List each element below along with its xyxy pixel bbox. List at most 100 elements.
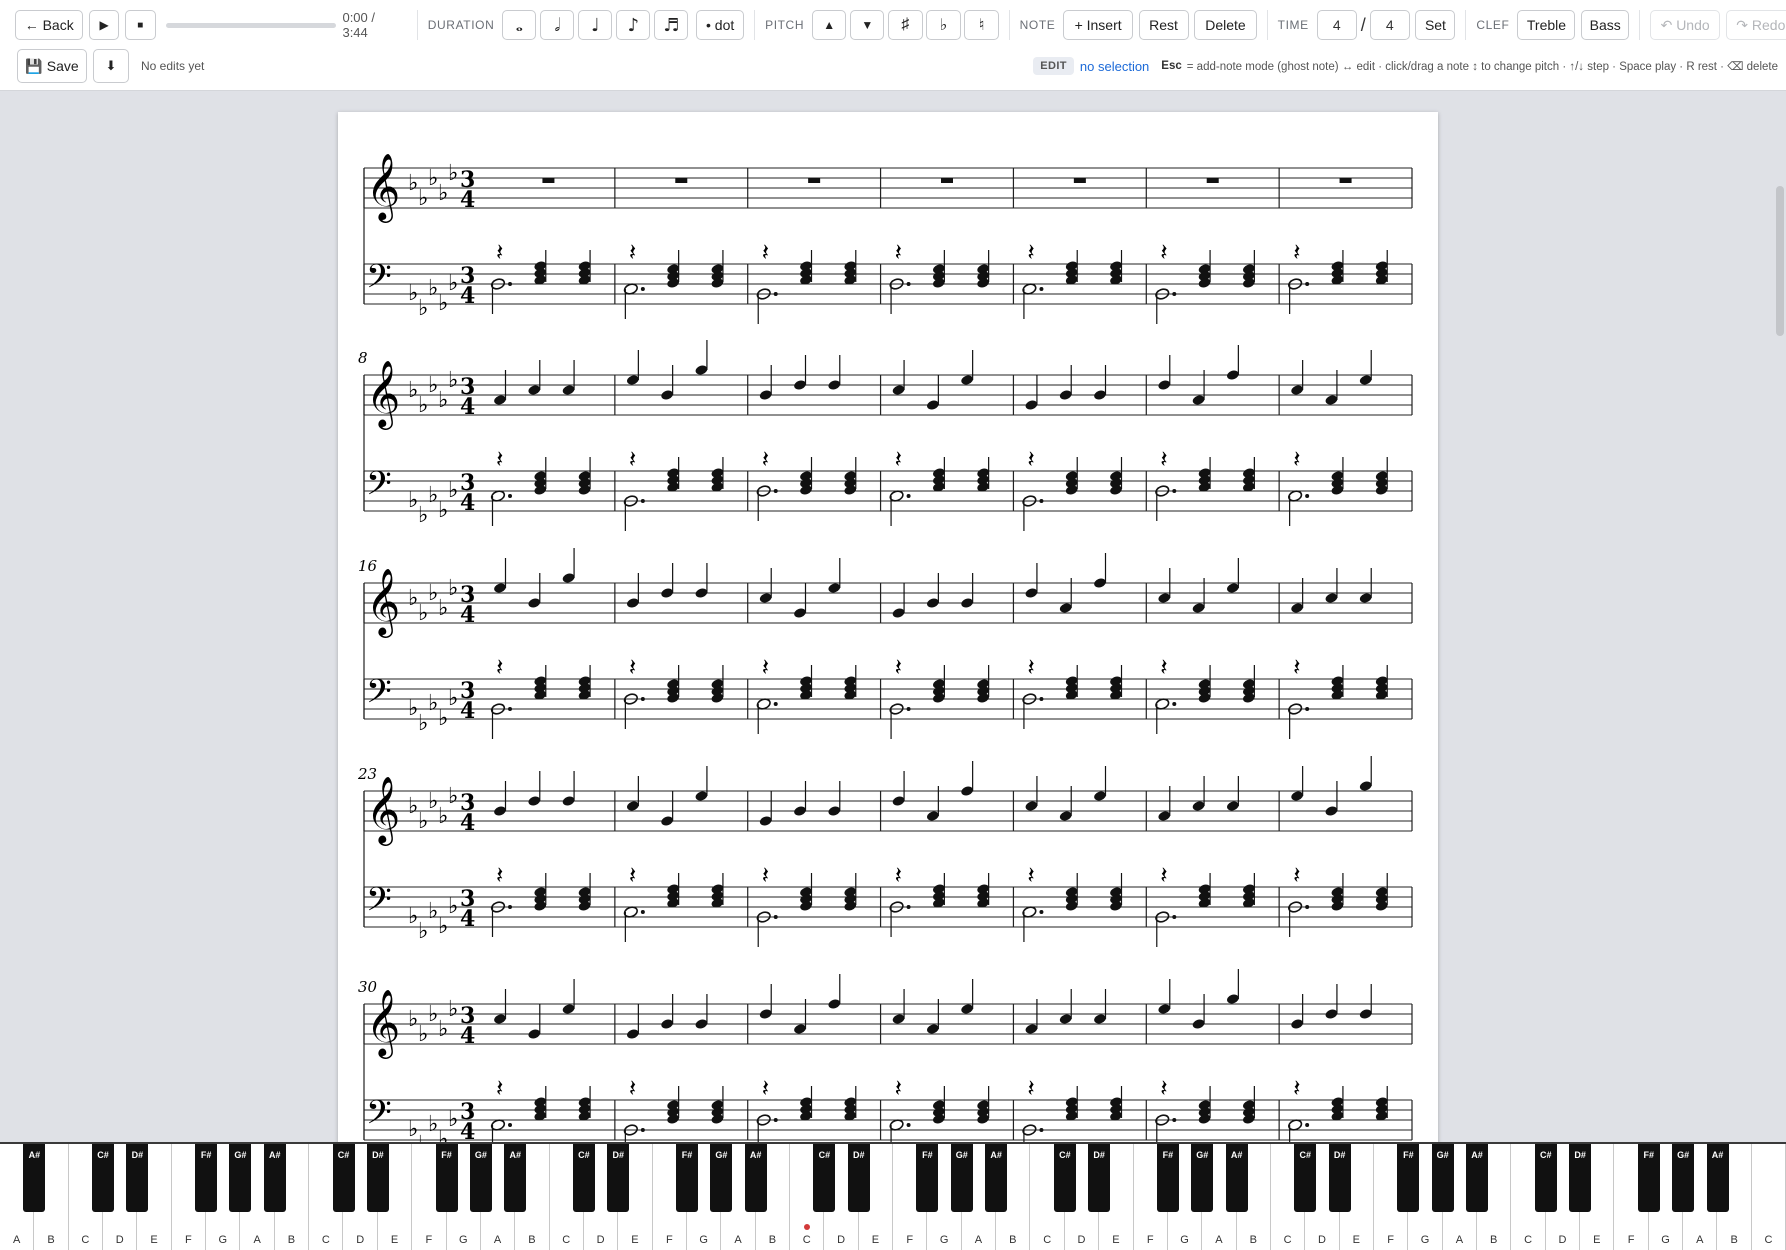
- piano-black-key[interactable]: C#: [92, 1144, 115, 1212]
- quarter-rest-icon: 𝄽: [1027, 238, 1034, 266]
- piano-black-key[interactable]: C#: [572, 1144, 595, 1212]
- dot: [508, 282, 512, 286]
- key-flat-icon: ♭: [448, 894, 458, 919]
- score-viewport[interactable]: 𝄞 𝄢 ♭ ♭ ♭ ♭ ♭ ♭ ♭ ♭ ♭ ♭ 3 4 3 4 𝄽 𝄽 𝄽 𝄽 𝄽 𝄽 𝄽 8 𝄞 𝄢 ♭ ♭ ♭ ♭ ♭ ♭ ♭ ♭ ♭ ♭ 3 4 3 4…: [0, 91, 1786, 1143]
- quarter-rest-icon: 𝄽: [762, 238, 769, 266]
- piano-black-key[interactable]: D#: [1088, 1144, 1111, 1212]
- piano-black-key[interactable]: A#: [1706, 1144, 1729, 1212]
- time-denominator-input[interactable]: 4: [1369, 10, 1410, 40]
- play-button[interactable]: ▶: [88, 10, 120, 40]
- piano-black-key[interactable]: A#: [744, 1144, 767, 1212]
- key-flat-icon: ♭: [408, 488, 418, 513]
- dot-button[interactable]: • dot: [696, 10, 745, 40]
- time-numerator-input[interactable]: 4: [1316, 10, 1357, 40]
- piano-black-key[interactable]: D#: [847, 1144, 870, 1212]
- stop-button[interactable]: ■: [125, 10, 156, 40]
- pitch-up-button[interactable]: ▲: [812, 10, 847, 40]
- piano-black-key[interactable]: G#: [229, 1144, 252, 1212]
- piano-black-key[interactable]: G#: [469, 1144, 492, 1212]
- piano-black-key[interactable]: F#: [435, 1144, 458, 1212]
- undo-button[interactable]: ↶ Undo: [1650, 10, 1721, 40]
- piano-key-label: G#: [1196, 1150, 1209, 1160]
- flat-button[interactable]: ♭: [926, 10, 961, 40]
- redo-button[interactable]: ↷ Redo: [1725, 10, 1786, 40]
- playback-seek-bar[interactable]: [165, 22, 337, 28]
- duration-button[interactable]: 𝅝: [502, 10, 537, 40]
- piano-key-label: C#: [578, 1150, 590, 1160]
- rest-button[interactable]: Rest: [1138, 10, 1189, 40]
- piano-black-key[interactable]: F#: [1156, 1144, 1179, 1212]
- piano-key-label: G: [699, 1234, 708, 1246]
- piano-key-label: F: [185, 1234, 192, 1246]
- piano-key-label: G: [1180, 1234, 1189, 1246]
- piano-black-key[interactable]: D#: [366, 1144, 389, 1212]
- piano-black-key[interactable]: F#: [676, 1144, 698, 1212]
- piano-black-key[interactable]: D#: [126, 1144, 149, 1212]
- piano-black-key[interactable]: F#: [916, 1144, 939, 1212]
- score-page[interactable]: 𝄞 𝄢 ♭ ♭ ♭ ♭ ♭ ♭ ♭ ♭ ♭ ♭ 3 4 3 4 𝄽 𝄽 𝄽 𝄽 𝄽 𝄽 𝄽 8 𝄞 𝄢 ♭ ♭ ♭ ♭ ♭ ♭ ♭ ♭ ♭ ♭ 3 4 3 4…: [338, 112, 1438, 1143]
- save-button[interactable]: 💾 Save: [17, 49, 87, 83]
- quarter-rest-icon: 𝄽: [895, 445, 902, 473]
- treble-clef-icon: 𝄞: [366, 567, 400, 638]
- piano-black-key[interactable]: F#: [195, 1144, 218, 1212]
- bass-clef-icon: 𝄢: [366, 465, 392, 511]
- piano-black-key[interactable]: A#: [985, 1144, 1008, 1212]
- piano-black-key[interactable]: A#: [1466, 1144, 1489, 1212]
- piano-black-key[interactable]: C#: [1534, 1144, 1557, 1212]
- key-flat-icon: ♭: [408, 586, 418, 611]
- piano-black-key[interactable]: D#: [1328, 1144, 1351, 1212]
- piano-black-key[interactable]: C#: [813, 1144, 836, 1212]
- bass-clef-button[interactable]: Bass: [1581, 10, 1630, 40]
- duration-button[interactable]: 𝅗𝅥: [540, 10, 575, 40]
- piano-black-key[interactable]: C#: [1053, 1144, 1076, 1212]
- score-canvas[interactable]: 𝄞𝄢♭♭♭♭♭♭♭♭♭♭3434𝄽 𝄽 𝄽 𝄽 𝄽 𝄽 𝄽8𝄞𝄢♭♭♭♭♭♭♭♭♭♭3434…: [338, 112, 1438, 1143]
- time-slash: /: [1360, 14, 1366, 35]
- duration-button[interactable]: ♬: [654, 10, 689, 40]
- piano-black-key[interactable]: G#: [1191, 1144, 1214, 1212]
- piano-black-key[interactable]: F#: [1397, 1144, 1420, 1212]
- editor-toolbar: ← Back ▶ ■ 0:00 / 3:44 DURATION 𝅝 𝅗𝅥 ♩ ♪ ♬ •…: [0, 0, 1786, 91]
- piano-black-key[interactable]: A#: [1225, 1144, 1248, 1212]
- piano-black-key[interactable]: D#: [1569, 1144, 1592, 1212]
- piano-black-key[interactable]: A#: [23, 1144, 46, 1212]
- piano-key-label: A#: [509, 1150, 521, 1160]
- piano-black-key[interactable]: A#: [504, 1144, 527, 1212]
- piano-key-label: A: [1455, 1234, 1464, 1246]
- insert-note-button[interactable]: + Insert: [1063, 10, 1133, 40]
- piano-key-label: G#: [234, 1150, 247, 1160]
- piano-black-key[interactable]: G#: [950, 1144, 973, 1212]
- toolbar-row-secondary: 💾 Save ⬇ No edits yet EDIT no selection …: [0, 46, 1786, 86]
- natural-button[interactable]: ♮: [964, 10, 999, 40]
- pitch-down-button[interactable]: ▼: [850, 10, 885, 40]
- time-signature-bottom: 4: [460, 1119, 475, 1143]
- duration-button[interactable]: ♪: [616, 10, 651, 40]
- piano-black-key[interactable]: G#: [1431, 1144, 1454, 1212]
- dot: [508, 1123, 512, 1127]
- delete-button[interactable]: Delete: [1194, 10, 1257, 40]
- piano-key-label: C#: [1299, 1150, 1312, 1160]
- piano-black-key[interactable]: D#: [607, 1144, 630, 1212]
- piano-key-label: G#: [474, 1150, 487, 1160]
- sharp-button[interactable]: ♯: [888, 10, 923, 40]
- piano-key-label: F#: [681, 1150, 693, 1160]
- vertical-scrollbar[interactable]: [1776, 186, 1784, 336]
- piano-key-label: G: [218, 1234, 228, 1246]
- piano-black-key[interactable]: F#: [1637, 1144, 1660, 1212]
- set-time-button[interactable]: Set: [1415, 10, 1456, 40]
- piano-black-key[interactable]: C#: [1294, 1144, 1317, 1212]
- download-button[interactable]: ⬇: [93, 49, 129, 83]
- piano-black-key[interactable]: A#: [263, 1144, 286, 1212]
- piano-black-key[interactable]: C#: [332, 1144, 355, 1212]
- treble-clef-button[interactable]: Treble: [1517, 10, 1576, 40]
- dot: [906, 1123, 911, 1127]
- piano-black-key[interactable]: G#: [1672, 1144, 1695, 1212]
- key-flat-icon: ♭: [438, 706, 448, 731]
- piano-keyboard[interactable]: ABCDEFGABCDEFGABCDEFGABCDEFGABCDEFGABCDE…: [0, 1142, 1786, 1250]
- key-flat-icon: ♭: [418, 1022, 428, 1047]
- duration-button[interactable]: ♩: [578, 10, 613, 40]
- piano-key-label: D#: [1093, 1150, 1105, 1160]
- key-flat-icon: ♭: [418, 186, 428, 211]
- piano-white-key[interactable]: C: [1751, 1144, 1786, 1250]
- back-button[interactable]: ← Back: [15, 10, 84, 40]
- piano-black-key[interactable]: G#: [710, 1144, 733, 1212]
